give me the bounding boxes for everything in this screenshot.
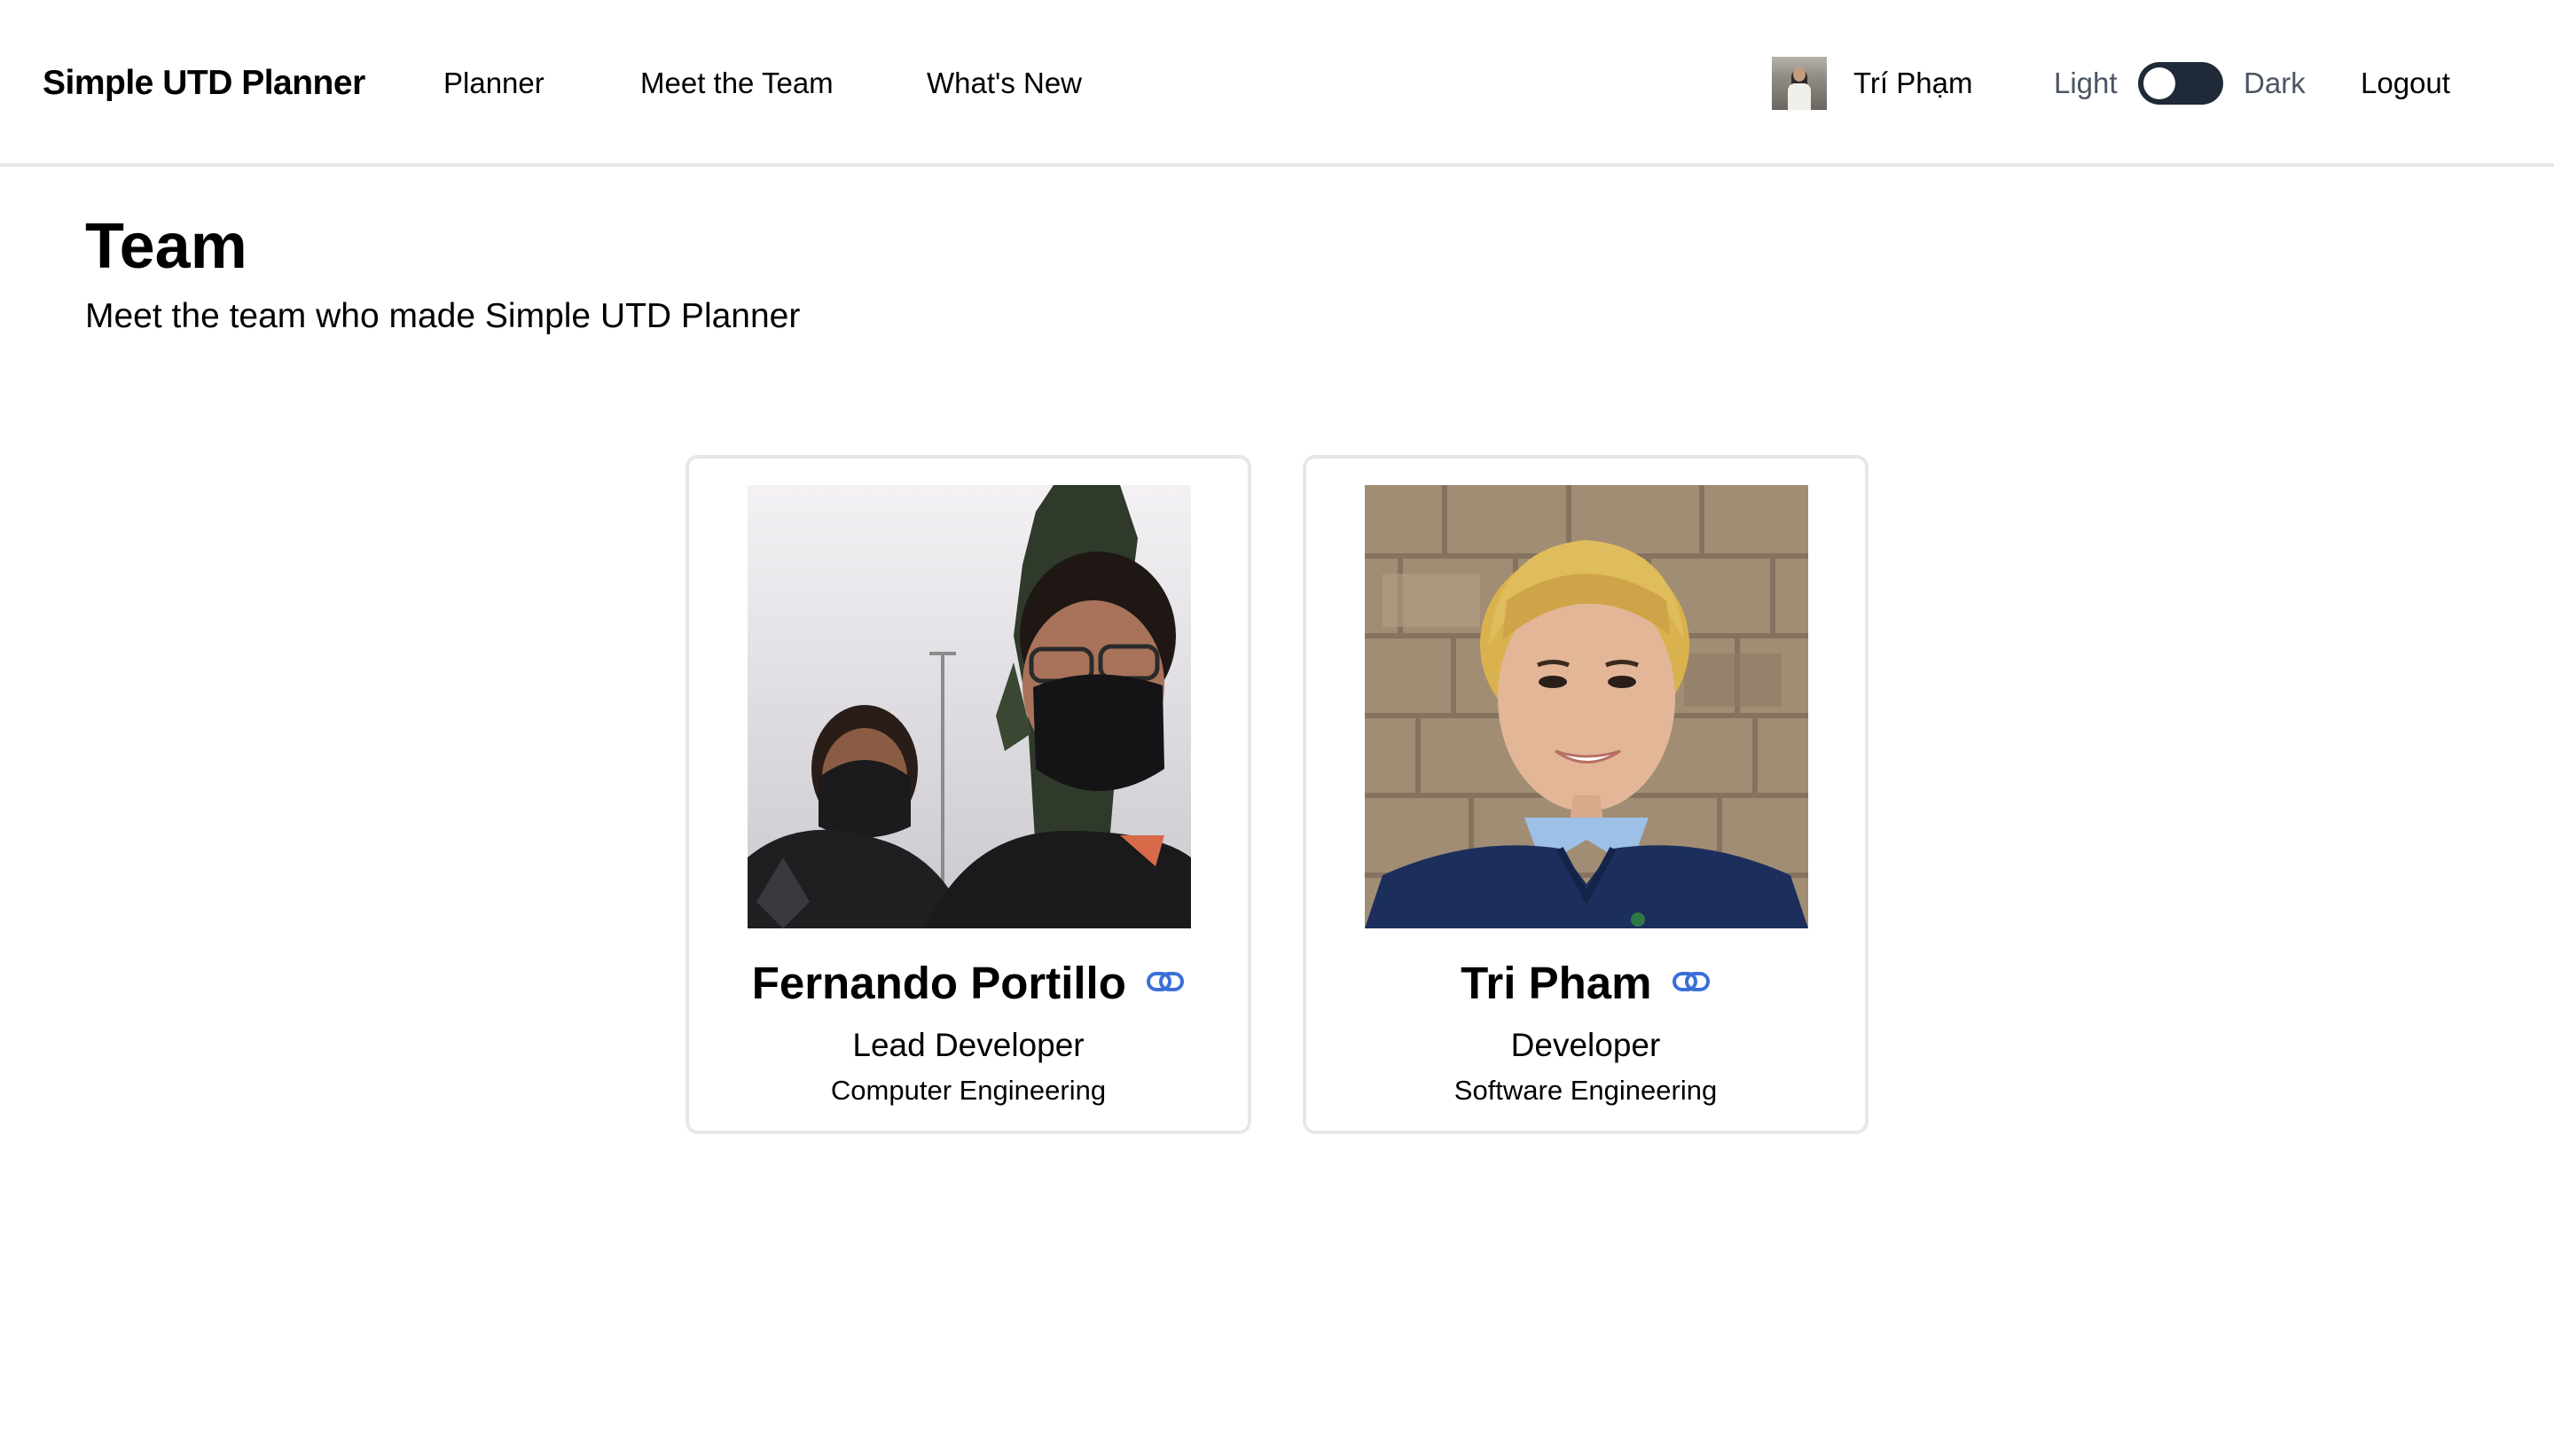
team-member-major: Computer Engineering (830, 1075, 1107, 1106)
team-member-name: Tri Pham (1461, 958, 1652, 1008)
team-card: Tri Pham Developer Software Engineering (1303, 455, 1868, 1134)
nav-link-meet-the-team[interactable]: Meet the Team (640, 66, 834, 101)
team-card: Fernando Portillo Lead Developer Compute… (686, 455, 1251, 1134)
team-member-role: Lead Developer (852, 1027, 1085, 1063)
theme-light-label: Light (2054, 67, 2118, 99)
brand-logo[interactable]: Simple UTD Planner (43, 66, 365, 101)
logout-button[interactable]: Logout (2361, 66, 2450, 101)
team-member-role: Developer (1510, 1027, 1661, 1063)
nav-link-whats-new[interactable]: What's New (927, 66, 1082, 101)
team-member-name: Fernando Portillo (751, 958, 1126, 1008)
team-member-name-row: Fernando Portillo (689, 957, 1248, 1010)
team-member-photo (748, 485, 1191, 928)
link-icon[interactable] (1672, 969, 1711, 998)
link-icon[interactable] (1146, 969, 1185, 998)
navbar: Simple UTD Planner Planner Meet the Team… (0, 0, 2554, 167)
user-name[interactable]: Trí Phạm (1853, 66, 1972, 101)
toggle-knob (2143, 67, 2175, 99)
theme-toggle[interactable] (2138, 62, 2223, 105)
team-member-name-row: Tri Pham (1306, 957, 1865, 1010)
nav-link-planner[interactable]: Planner (443, 66, 544, 101)
page-subtitle: Meet the team who made Simple UTD Planne… (85, 297, 801, 335)
team-member-major: Software Engineering (1453, 1075, 1718, 1106)
page-title: Team (85, 211, 247, 282)
theme-dark-label: Dark (2244, 67, 2306, 99)
avatar[interactable] (1772, 57, 1827, 110)
team-member-photo (1365, 485, 1808, 928)
